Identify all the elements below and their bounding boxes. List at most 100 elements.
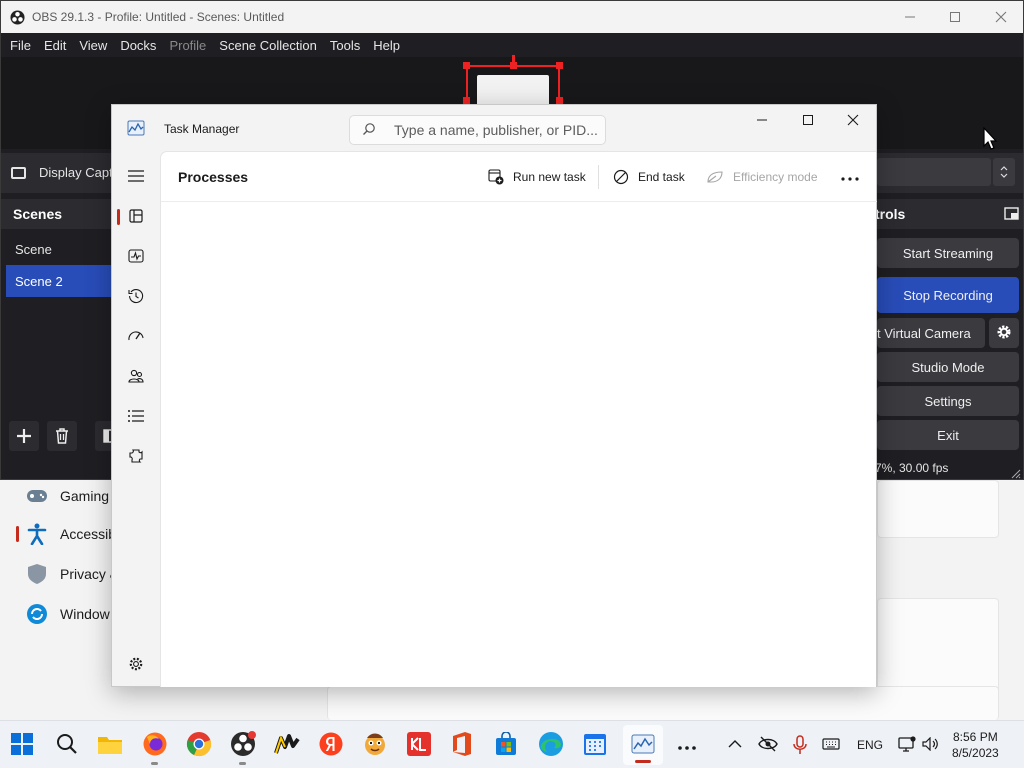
- settings-nav-gaming[interactable]: Gaming: [14, 478, 124, 514]
- search-input[interactable]: [394, 122, 604, 138]
- nav-details[interactable]: [116, 399, 156, 435]
- taskbar-yandex-browser[interactable]: [315, 729, 347, 761]
- microphone-in-use-button[interactable]: [793, 735, 807, 758]
- end-task-button[interactable]: End task: [613, 164, 685, 190]
- taskbar-task-manager[interactable]: [623, 725, 663, 765]
- maximize-button[interactable]: [785, 105, 831, 135]
- add-scene-button[interactable]: [9, 421, 39, 451]
- menu-profile[interactable]: Profile: [169, 38, 206, 53]
- more-options-button[interactable]: [841, 164, 859, 190]
- tray-app-icon[interactable]: [758, 736, 778, 755]
- running-indicator: [151, 762, 158, 765]
- resize-handle[interactable]: [463, 62, 470, 69]
- speaker-icon: [922, 736, 938, 754]
- settings-card: [877, 598, 999, 694]
- source-name: Display Capt: [11, 165, 113, 180]
- controls-dock-title: trols: [875, 199, 1023, 229]
- nav-menu-button[interactable]: [116, 159, 156, 195]
- taskbar-office[interactable]: [446, 729, 478, 761]
- properties-combo[interactable]: [877, 158, 991, 186]
- nav-users[interactable]: [116, 359, 156, 395]
- resize-handle[interactable]: [556, 62, 563, 69]
- source-selection-box[interactable]: [466, 65, 560, 109]
- nav-services[interactable]: [116, 439, 156, 475]
- exit-button[interactable]: Exit: [877, 420, 1019, 450]
- search-button[interactable]: [51, 729, 83, 761]
- obs-menubar: File Edit View Docks Profile Scene Colle…: [1, 33, 1023, 57]
- taskbar-microsoft-store[interactable]: [490, 729, 522, 761]
- taskbar-game[interactable]: [359, 729, 391, 761]
- resize-handle[interactable]: [556, 97, 563, 104]
- start-streaming-button[interactable]: Start Streaming: [877, 238, 1019, 268]
- taskbar-edge[interactable]: [535, 729, 567, 761]
- menu-help[interactable]: Help: [373, 38, 400, 53]
- more-icon: [841, 170, 859, 184]
- settings-nav-privacy[interactable]: Privacy &: [14, 556, 124, 592]
- nav-settings[interactable]: [116, 647, 156, 683]
- virtual-camera-button[interactable]: t Virtual Camera: [877, 318, 985, 348]
- game-character-icon: [362, 731, 388, 760]
- run-new-task-button[interactable]: Run new task: [488, 164, 586, 190]
- network-volume-button[interactable]: [898, 736, 938, 755]
- remove-scene-button[interactable]: [47, 421, 77, 451]
- minimize-button[interactable]: [887, 1, 933, 33]
- taskbar-chrome[interactable]: [183, 729, 215, 761]
- resize-grip-icon[interactable]: [1011, 467, 1021, 479]
- spin-arrows-icon[interactable]: [993, 158, 1015, 186]
- menu-edit[interactable]: Edit: [44, 38, 66, 53]
- dock-float-icon[interactable]: [1004, 207, 1019, 223]
- startup-icon: [128, 330, 144, 345]
- scenes-title: Scenes: [13, 206, 63, 222]
- settings-nav-windows-update[interactable]: Window: [14, 596, 124, 632]
- rotate-handle[interactable]: [512, 55, 515, 63]
- update-icon: [26, 603, 48, 625]
- gear-icon: [996, 324, 1012, 343]
- close-button[interactable]: [978, 1, 1024, 33]
- language-indicator[interactable]: ENG: [857, 738, 883, 752]
- taskbar: ENG 8:56 PM 8/5/2023: [0, 720, 1024, 768]
- taskbar-firefox[interactable]: [139, 729, 171, 765]
- accessibility-icon: [26, 523, 48, 545]
- maximize-button[interactable]: [932, 1, 978, 33]
- resize-handle[interactable]: [510, 62, 517, 69]
- menu-view[interactable]: View: [79, 38, 107, 53]
- taskbar-obs[interactable]: [227, 729, 259, 765]
- taskbar-overflow-button[interactable]: [671, 729, 703, 761]
- touch-keyboard-button[interactable]: [822, 738, 840, 753]
- studio-mode-button[interactable]: Studio Mode: [877, 352, 1019, 382]
- nav-processes[interactable]: [116, 199, 156, 235]
- taskbar-file-explorer[interactable]: [94, 729, 126, 761]
- start-button[interactable]: [6, 729, 38, 761]
- yandex-music-icon: [274, 733, 300, 758]
- resize-handle[interactable]: [463, 97, 470, 104]
- controls-title: trols: [875, 206, 906, 222]
- kaspersky-icon: [407, 731, 431, 759]
- stop-recording-button[interactable]: Stop Recording: [877, 277, 1019, 313]
- windows-logo-icon: [11, 732, 33, 758]
- minimize-button[interactable]: [739, 105, 785, 135]
- show-hidden-icons-button[interactable]: [728, 737, 742, 751]
- nav-performance[interactable]: [116, 239, 156, 275]
- taskbar-calendar[interactable]: [579, 729, 611, 761]
- clock-button[interactable]: 8:56 PM 8/5/2023: [952, 729, 999, 761]
- menu-scene-collection[interactable]: Scene Collection: [219, 38, 317, 53]
- page-title: Processes: [178, 169, 249, 185]
- settings-nav-accessibility[interactable]: Accessib: [14, 516, 124, 552]
- close-button[interactable]: [830, 105, 876, 135]
- menu-tools[interactable]: Tools: [330, 38, 360, 53]
- nav-app-history[interactable]: [116, 279, 156, 315]
- taskbar-kaspersky[interactable]: [403, 729, 435, 761]
- office-icon: [450, 731, 474, 760]
- search-box[interactable]: [349, 115, 606, 145]
- scene-item-selected[interactable]: Scene 2: [6, 265, 114, 297]
- services-icon: [128, 448, 144, 467]
- menu-file[interactable]: File: [10, 38, 31, 53]
- scene-item[interactable]: Scene: [6, 233, 114, 265]
- efficiency-mode-button[interactable]: Efficiency mode: [706, 164, 818, 190]
- virtual-camera-settings-button[interactable]: [989, 318, 1019, 348]
- taskbar-yandex-music[interactable]: [271, 729, 303, 761]
- settings-button[interactable]: Settings: [877, 386, 1019, 416]
- task-manager-nav: [112, 151, 160, 687]
- nav-startup-apps[interactable]: [116, 319, 156, 355]
- menu-docks[interactable]: Docks: [120, 38, 156, 53]
